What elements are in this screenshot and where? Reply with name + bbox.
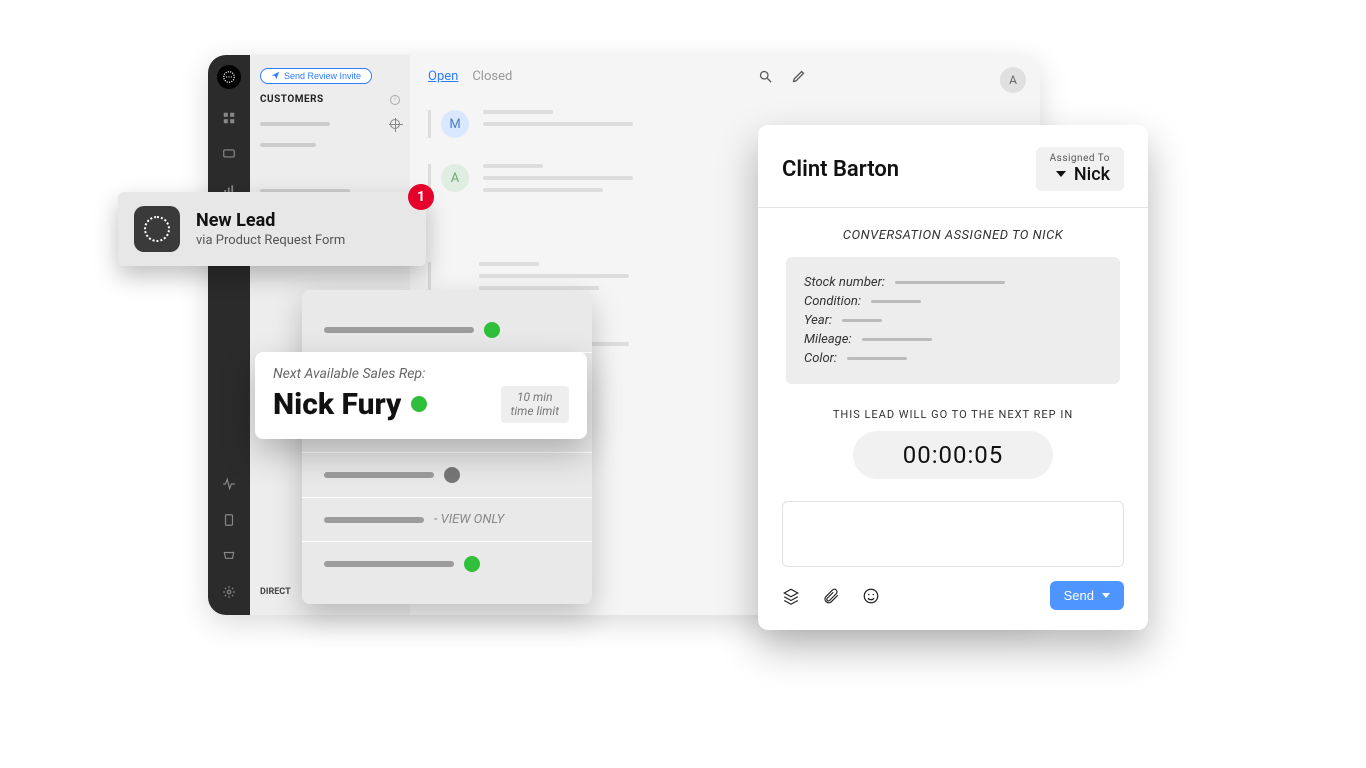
customer-row[interactable] — [260, 143, 400, 147]
paper-plane-icon — [271, 71, 280, 80]
status-dot-online-icon — [484, 322, 500, 338]
chevron-down-icon — [1102, 593, 1110, 598]
new-lead-toast[interactable]: New Lead via Product Request Form 1 — [118, 192, 426, 266]
team-member-row[interactable] — [302, 308, 592, 353]
send-review-label: Send Review Invite — [284, 71, 361, 81]
placeholder-bar — [260, 122, 330, 126]
status-dot-online-icon — [411, 396, 427, 412]
conversation-tabs: Open Closed — [428, 69, 812, 84]
next-rep-popover: Next Available Sales Rep: Nick Fury 10 m… — [255, 352, 587, 439]
layers-icon[interactable] — [782, 587, 800, 605]
attachment-icon[interactable] — [822, 587, 840, 605]
target-icon — [390, 119, 400, 129]
placeholder-bar — [842, 319, 882, 322]
toast-title: New Lead — [196, 210, 345, 231]
team-member-row[interactable]: - VIEW ONLY — [302, 498, 592, 542]
conversation-item[interactable]: A — [428, 164, 812, 192]
time-limit-line1: 10 min — [511, 390, 559, 404]
time-limit-line2: time limit — [511, 404, 559, 418]
team-list-card: - VIEW ONLY — [302, 290, 592, 604]
view-only-label: - VIEW ONLY — [434, 512, 504, 527]
assigned-to-value: Nick — [1074, 164, 1110, 185]
placeholder-bar — [479, 262, 539, 266]
pulse-icon[interactable] — [222, 477, 236, 491]
placeholder-bar — [847, 357, 907, 360]
status-dot-online-icon — [464, 556, 480, 572]
placeholder-bar — [483, 188, 603, 192]
placeholder-bar — [483, 176, 633, 180]
field-label-year: Year: — [804, 313, 832, 328]
assigned-to-dropdown[interactable]: Assigned To Nick — [1036, 147, 1124, 191]
placeholder-bar — [479, 274, 629, 278]
app-logo-icon — [217, 65, 241, 89]
current-user-avatar[interactable]: A — [1000, 67, 1026, 93]
grid-icon[interactable] — [222, 111, 236, 125]
avatar: A — [441, 164, 469, 192]
send-button-label: Send — [1064, 588, 1094, 603]
chat-bubble-icon — [222, 70, 236, 84]
info-icon[interactable]: i — [390, 95, 400, 105]
send-review-invite-button[interactable]: Send Review Invite — [260, 68, 372, 84]
field-label-mileage: Mileage: — [804, 332, 852, 347]
lead-details-card: Stock number: Condition: Year: Mileage: … — [786, 257, 1120, 384]
send-button[interactable]: Send — [1050, 581, 1124, 610]
placeholder-bar — [324, 561, 454, 567]
avatar: M — [441, 110, 469, 138]
customers-heading: CUSTOMERS — [260, 94, 324, 105]
assigned-to-label: Assigned To — [1050, 153, 1110, 164]
next-rep-label: Next Available Sales Rep: — [273, 366, 569, 382]
field-label-stock-number: Stock number: — [804, 275, 885, 290]
placeholder-bar — [324, 472, 434, 478]
toast-app-icon — [134, 206, 180, 252]
customer-name: Clint Barton — [782, 157, 899, 182]
conversation-detail-panel: Clint Barton Assigned To Nick CONVERSATI… — [758, 125, 1148, 630]
placeholder-bar — [324, 327, 474, 333]
tab-open[interactable]: Open — [428, 69, 458, 84]
placeholder-bar — [483, 122, 633, 126]
next-rep-name: Nick Fury — [273, 387, 401, 422]
assigned-banner: CONVERSATION ASSIGNED TO NICK — [782, 228, 1124, 243]
placeholder-bar — [260, 143, 316, 147]
status-dot-offline-icon — [444, 467, 460, 483]
team-member-row[interactable] — [302, 453, 592, 498]
message-icon[interactable] — [222, 147, 236, 161]
message-compose-input[interactable] — [782, 501, 1124, 567]
compose-icon[interactable] — [791, 69, 806, 84]
placeholder-bar — [483, 164, 543, 168]
placeholder-bar — [895, 281, 1005, 284]
gear-icon[interactable] — [222, 585, 236, 599]
chevron-down-icon — [1056, 171, 1066, 177]
field-label-condition: Condition: — [804, 294, 861, 309]
countdown-timer: 00:00:05 — [853, 431, 1053, 479]
notification-badge: 1 — [408, 184, 434, 210]
nav-rail — [208, 55, 250, 615]
placeholder-bar — [324, 517, 424, 523]
conversation-item[interactable]: M — [428, 110, 812, 138]
divider — [758, 207, 1148, 208]
conversation-item[interactable] — [428, 262, 812, 290]
direct-heading: DIRECT — [260, 587, 291, 597]
tab-closed[interactable]: Closed — [472, 69, 512, 84]
placeholder-bar — [871, 300, 921, 303]
time-limit-badge: 10 min time limit — [501, 386, 569, 423]
search-icon[interactable] — [758, 69, 773, 84]
emoji-icon[interactable] — [862, 587, 880, 605]
chat-bubble-icon — [144, 216, 170, 242]
toast-subtitle: via Product Request Form — [196, 233, 345, 248]
customer-row[interactable] — [260, 119, 400, 129]
team-member-row[interactable] — [302, 542, 592, 586]
countdown-label: THIS LEAD WILL GO TO THE NEXT REP IN — [782, 408, 1124, 421]
placeholder-bar — [483, 110, 553, 114]
cart-icon[interactable] — [222, 549, 236, 563]
field-label-color: Color: — [804, 351, 837, 366]
device-icon[interactable] — [222, 513, 236, 527]
placeholder-bar — [862, 338, 932, 341]
